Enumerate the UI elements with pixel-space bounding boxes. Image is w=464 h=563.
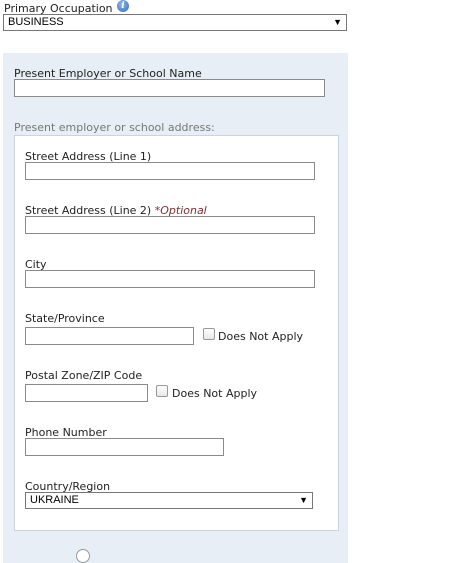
info-icon[interactable]: i — [117, 0, 129, 12]
state-does-not-apply-label: Does Not Apply — [218, 330, 304, 343]
postal-does-not-apply-checkbox[interactable] — [156, 385, 168, 397]
primary-occupation-value: BUSINESS — [8, 16, 64, 28]
postal-input[interactable] — [25, 384, 148, 402]
country-select[interactable]: UKRAINE ▼ — [25, 492, 313, 509]
employer-name-input[interactable] — [14, 79, 325, 97]
chevron-down-icon: ▼ — [299, 495, 308, 505]
city-input[interactable] — [25, 270, 315, 288]
state-does-not-apply-checkbox[interactable] — [203, 328, 215, 340]
radio-button-partial[interactable] — [76, 549, 90, 563]
street2-input[interactable] — [25, 216, 315, 234]
street1-input[interactable] — [25, 162, 315, 180]
postal-label: Postal Zone/ZIP Code — [25, 369, 143, 382]
state-input[interactable] — [25, 327, 194, 345]
phone-input[interactable] — [25, 438, 224, 456]
primary-occupation-select[interactable]: BUSINESS ▼ — [3, 14, 347, 31]
postal-does-not-apply-label: Does Not Apply — [172, 387, 258, 400]
country-value: UKRAINE — [30, 494, 79, 506]
state-label: State/Province — [25, 312, 105, 325]
chevron-down-icon: ▼ — [333, 17, 342, 27]
address-heading: Present employer or school address: — [14, 121, 215, 134]
